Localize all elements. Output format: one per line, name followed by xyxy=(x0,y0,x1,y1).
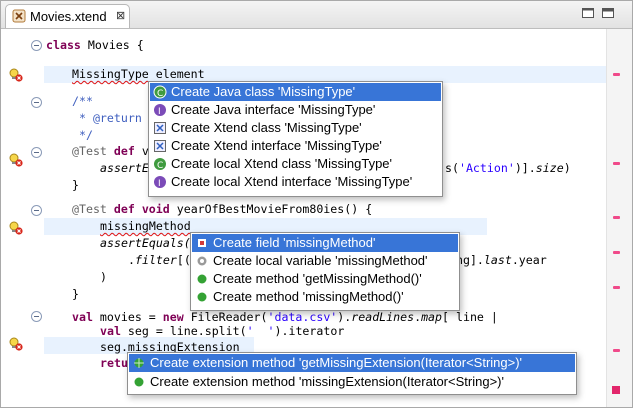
local-variable-icon xyxy=(197,256,207,266)
fold-toggle-icon[interactable] xyxy=(31,40,42,51)
quickfix-item[interactable]: C Create Java class 'MissingType' xyxy=(150,83,441,101)
code-line: /** xyxy=(72,94,93,108)
quickfix-popup-type[interactable]: C Create Java class 'MissingType' I Crea… xyxy=(148,81,443,197)
extension-method-icon xyxy=(134,358,144,368)
quickfix-item[interactable]: I Create Java interface 'MissingType' xyxy=(150,101,441,119)
code-line: @Test def v xyxy=(72,144,149,158)
code-line: .filter[( xyxy=(128,253,191,267)
minimize-icon[interactable] xyxy=(582,8,594,18)
code-line: missingMethod xyxy=(100,218,191,235)
error-marker[interactable] xyxy=(613,73,620,76)
quickfix-item[interactable]: Create Xtend class 'MissingType' xyxy=(150,119,441,137)
missing-method-token: missingMethod xyxy=(100,219,191,233)
tab-bar: Movies.xtend ⊠ xyxy=(1,1,632,29)
overview-ruler[interactable] xyxy=(606,29,632,407)
code-line: * @return xyxy=(72,111,142,125)
tab-close-icon[interactable]: ⊠ xyxy=(116,9,125,23)
code-line: assertEquals( xyxy=(100,236,191,250)
error-marker[interactable] xyxy=(613,286,620,289)
svg-text:I: I xyxy=(158,179,161,189)
svg-text:I: I xyxy=(158,107,161,117)
quickfix-error-icon[interactable] xyxy=(9,153,23,167)
quickfix-item[interactable]: C Create local Xtend class 'MissingType' xyxy=(150,155,441,173)
code-line: class Movies { xyxy=(46,38,144,52)
error-marker[interactable] xyxy=(613,162,620,165)
svg-text:C: C xyxy=(157,89,163,99)
method-icon xyxy=(197,292,207,302)
quickfix-popup-method[interactable]: Create field 'missingMethod' Create loca… xyxy=(190,232,460,311)
xtend-class-icon xyxy=(154,122,166,134)
code-line: ) xyxy=(100,270,107,284)
xtend-interface-icon xyxy=(154,140,166,152)
quickfix-item[interactable]: Create extension method 'getMissingExten… xyxy=(129,354,575,372)
field-icon xyxy=(198,239,206,247)
quickfix-item[interactable]: Create Xtend interface 'MissingType' xyxy=(150,137,441,155)
code-line: @Test def void yearOfBestMovieFrom80ies(… xyxy=(72,202,373,216)
java-interface-icon: I xyxy=(154,104,166,117)
quickfix-item[interactable]: Create extension method 'missingExtensio… xyxy=(129,373,575,391)
quickfix-item[interactable]: Create local variable 'missingMethod' xyxy=(192,252,458,270)
fold-toggle-icon[interactable] xyxy=(31,147,42,158)
method-icon xyxy=(197,274,207,284)
error-summary-marker[interactable] xyxy=(612,386,620,394)
quickfix-error-icon[interactable] xyxy=(9,221,23,235)
error-marker[interactable] xyxy=(613,216,620,219)
svg-text:C: C xyxy=(157,161,163,171)
quickfix-item[interactable]: Create method 'getMissingMethod()' xyxy=(192,270,458,288)
error-marker[interactable] xyxy=(613,251,620,254)
java-class-icon: C xyxy=(153,85,167,99)
code-line: } xyxy=(72,178,79,192)
method-icon xyxy=(134,377,144,387)
maximize-icon[interactable] xyxy=(602,8,614,18)
quickfix-item[interactable]: I Create local Xtend interface 'MissingT… xyxy=(150,173,441,191)
error-marker[interactable] xyxy=(613,349,620,352)
missing-type-token: MissingType xyxy=(72,67,149,81)
quickfix-error-icon[interactable] xyxy=(9,337,23,351)
code-line: val seg = line.split(' ').iterator xyxy=(100,324,345,338)
tab-label: Movies.xtend xyxy=(30,9,107,24)
fold-toggle-icon[interactable] xyxy=(31,97,42,108)
tab-movies-xtend[interactable]: Movies.xtend ⊠ xyxy=(5,4,130,28)
local-interface-icon: I xyxy=(154,176,166,189)
editor-window: Movies.xtend ⊠ class Movies {MissingTyp… xyxy=(0,0,633,408)
code-line-tail: s('Action')].size) xyxy=(445,161,571,175)
xtend-file-icon xyxy=(12,9,26,23)
quickfix-item[interactable]: Create field 'missingMethod' xyxy=(192,234,458,252)
code-line: */ xyxy=(72,128,93,142)
quickfix-popup-extension[interactable]: Create extension method 'getMissingExten… xyxy=(127,352,577,395)
quickfix-error-icon[interactable] xyxy=(9,68,23,82)
code-line: retu xyxy=(100,356,128,370)
code-line-tail: ing].last.year xyxy=(449,253,547,267)
code-line: assertE xyxy=(100,161,149,175)
code-line: } xyxy=(72,287,79,301)
fold-toggle-icon[interactable] xyxy=(31,311,42,322)
quickfix-item[interactable]: Create method 'missingMethod()' xyxy=(192,288,458,306)
local-class-icon: C xyxy=(154,158,166,171)
fold-toggle-icon[interactable] xyxy=(31,205,42,216)
